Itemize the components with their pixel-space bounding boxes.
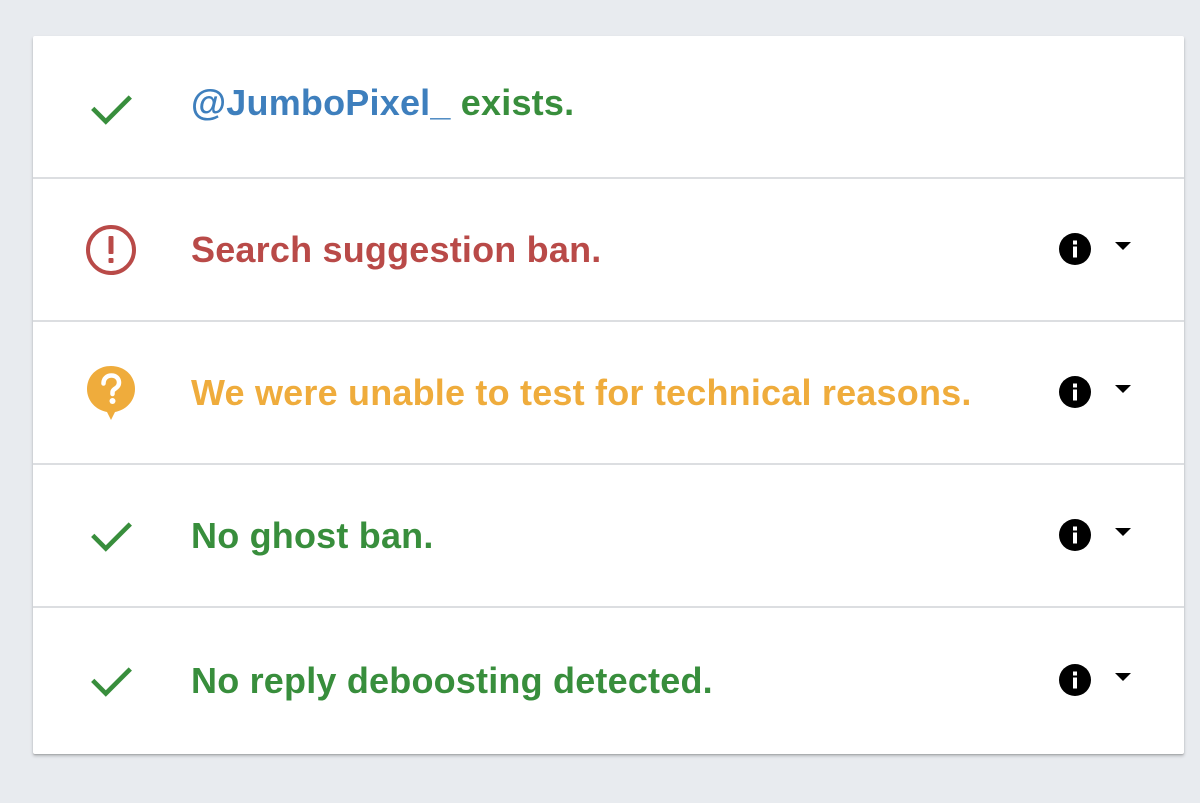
result-text: Search suggestion ban. xyxy=(191,228,602,270)
account-handle-link[interactable]: @JumboPixel_ xyxy=(191,82,451,123)
info-icon[interactable] xyxy=(1057,662,1093,698)
result-row-unable-to-test: We were unable to test for technical rea… xyxy=(33,322,1184,465)
caret-down-icon[interactable] xyxy=(1111,520,1135,544)
info-icon[interactable] xyxy=(1057,517,1093,553)
caret-down-icon[interactable] xyxy=(1111,234,1135,258)
result-row-ghost-ban: No ghost ban. xyxy=(33,465,1184,608)
check-icon xyxy=(83,508,139,564)
exists-text: exists. xyxy=(450,81,575,123)
caret-down-icon[interactable] xyxy=(1111,377,1135,401)
check-icon xyxy=(83,81,139,137)
result-text-exists: @JumboPixel_ exists. xyxy=(191,82,574,124)
result-row-reply-deboosting: No reply deboosting detected. xyxy=(33,608,1184,754)
check-icon xyxy=(83,653,139,709)
result-text: No reply deboosting detected. xyxy=(191,660,713,701)
question-bubble-icon xyxy=(83,365,139,421)
result-text: No ghost ban. xyxy=(191,514,434,556)
results-card: @JumboPixel_ exists. Search suggestion b… xyxy=(33,36,1184,754)
info-icon[interactable] xyxy=(1057,231,1093,267)
exclamation-circle-icon xyxy=(83,222,139,278)
caret-down-icon[interactable] xyxy=(1111,665,1135,689)
result-row-exists: @JumboPixel_ exists. xyxy=(33,36,1184,179)
result-row-search-suggestion-ban: Search suggestion ban. xyxy=(33,179,1184,322)
info-icon[interactable] xyxy=(1057,374,1093,410)
result-text: We were unable to test for technical rea… xyxy=(191,371,972,413)
